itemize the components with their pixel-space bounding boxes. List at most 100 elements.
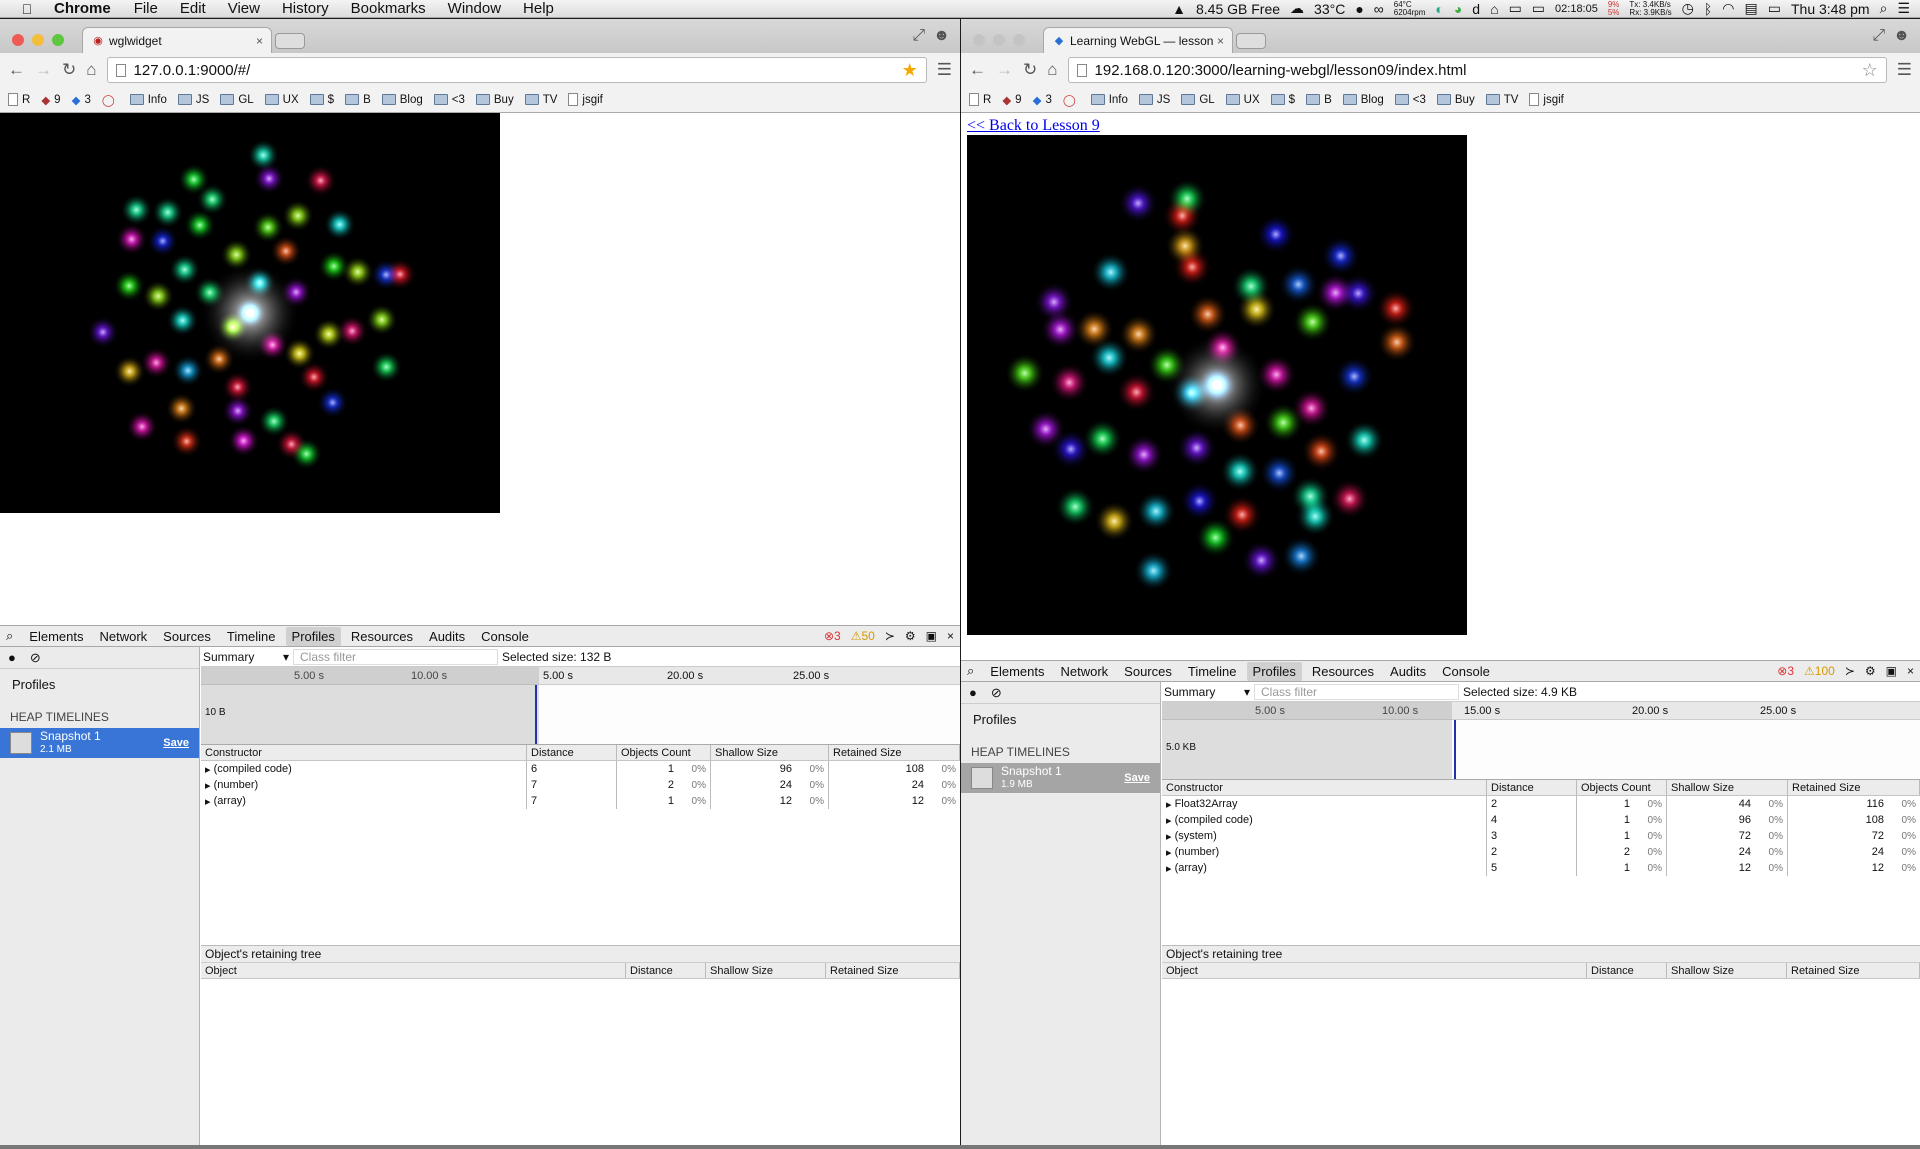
- save-snapshot-link[interactable]: Save: [1124, 772, 1150, 784]
- close-window-button[interactable]: [12, 34, 24, 46]
- minimize-window-button[interactable]: [32, 34, 44, 46]
- column-header[interactable]: Retained Size: [829, 745, 960, 760]
- menu-edit[interactable]: Edit: [169, 0, 217, 17]
- column-header[interactable]: Retained Size: [1788, 780, 1920, 795]
- webgl-canvas[interactable]: [967, 135, 1467, 635]
- bookmark-item[interactable]: jsgif: [1529, 93, 1564, 106]
- column-header[interactable]: Constructor: [1162, 780, 1487, 795]
- error-count[interactable]: ⊗3: [824, 629, 841, 643]
- bluetooth-icon[interactable]: ᛒ: [1704, 1, 1712, 17]
- clear-icon[interactable]: ⊘: [30, 650, 41, 666]
- bookmark-star-icon[interactable]: ☆: [1862, 60, 1878, 81]
- table-row[interactable]: ▸ Float32Array 2 1 0% 44 0% 116 0%: [1162, 796, 1920, 812]
- devtools-tab-profiles[interactable]: Profiles: [1246, 661, 1302, 681]
- bookmark-item[interactable]: R: [8, 93, 30, 106]
- airplay-icon[interactable]: ▭: [1509, 0, 1522, 17]
- menu-file[interactable]: File: [123, 0, 169, 17]
- settings-gear-icon[interactable]: ⚙: [1865, 664, 1876, 678]
- back-icon[interactable]: ←: [969, 60, 986, 80]
- bookmark-item[interactable]: B: [1306, 94, 1332, 106]
- retaining-column-header[interactable]: Distance: [626, 963, 706, 978]
- devtools-tab-resources[interactable]: Resources: [345, 627, 419, 646]
- bookmark-item[interactable]: ◯: [102, 93, 119, 107]
- bookmark-item[interactable]: ◆ 3: [72, 93, 91, 107]
- clear-icon[interactable]: ⊘: [991, 685, 1002, 701]
- menu-icon[interactable]: ☰: [937, 60, 952, 80]
- devtools-tab-sources[interactable]: Sources: [157, 627, 217, 646]
- table-row[interactable]: ▸ (system) 3 1 0% 72 0% 72 0%: [1162, 828, 1920, 844]
- forward-icon[interactable]: →: [35, 60, 52, 80]
- settings-gear-icon[interactable]: ⚙: [905, 629, 916, 643]
- network-status[interactable]: Tx: 3.4KB/s Rx: 3.9KB/s: [1629, 0, 1671, 17]
- weather-icon[interactable]: ☁: [1290, 0, 1304, 17]
- menu-icon[interactable]: ☰: [1897, 60, 1912, 80]
- close-tab-icon[interactable]: ×: [256, 34, 263, 48]
- clock[interactable]: Thu 3:48 pm: [1791, 1, 1870, 17]
- devtools-tab-audits[interactable]: Audits: [423, 627, 471, 646]
- bookmark-item[interactable]: TV: [524, 94, 557, 106]
- devtools-tab-network[interactable]: Network: [1054, 662, 1114, 681]
- script-icon[interactable]: d: [1472, 1, 1480, 17]
- table-row[interactable]: ▸ (number) 7 2 0% 24 0% 24 0%: [201, 777, 960, 793]
- column-header[interactable]: Shallow Size: [711, 745, 829, 760]
- bookmark-item[interactable]: GL: [220, 94, 254, 106]
- new-tab-button[interactable]: [1236, 33, 1266, 49]
- retaining-column-header[interactable]: Shallow Size: [706, 963, 826, 978]
- close-devtools-icon[interactable]: ×: [947, 629, 954, 643]
- menu-app-name[interactable]: Chrome: [40, 0, 123, 17]
- devtools-tab-elements[interactable]: Elements: [23, 627, 89, 646]
- bookmark-item[interactable]: ◆ 3: [1033, 93, 1052, 107]
- record-icon[interactable]: ●: [8, 650, 16, 665]
- devtools-tab-elements[interactable]: Elements: [984, 662, 1050, 681]
- snapshot-item[interactable]: Snapshot 1 2.1 MB Save: [0, 728, 199, 758]
- close-devtools-icon[interactable]: ×: [1907, 664, 1914, 678]
- gauge-icon[interactable]: ◐: [1435, 1, 1443, 17]
- search-icon[interactable]: ⌕: [967, 663, 974, 679]
- home-icon[interactable]: ⌂: [86, 60, 96, 80]
- webgl-canvas[interactable]: [0, 113, 500, 513]
- time-machine-icon[interactable]: ◷: [1682, 0, 1694, 17]
- table-row[interactable]: ▸ (compiled code) 6 1 0% 96 0% 108 0%: [201, 761, 960, 777]
- close-window-button[interactable]: [973, 34, 985, 46]
- dock-toggle-icon[interactable]: ▣: [1886, 664, 1897, 678]
- column-header[interactable]: Objects Count: [617, 745, 711, 760]
- snapshot-item[interactable]: Snapshot 1 1.9 MB Save: [961, 763, 1160, 793]
- heap-timeline[interactable]: 5.00 s 10.00 s 15.00 s 20.00 s 25.00 s 5.0 K…: [1162, 702, 1920, 780]
- devtools-tab-console[interactable]: Console: [1436, 662, 1496, 681]
- address-bar[interactable]: 127.0.0.1:9000/#/ ★: [106, 57, 927, 83]
- reload-icon[interactable]: ↻: [1023, 60, 1037, 80]
- retaining-column-header[interactable]: Shallow Size: [1667, 963, 1787, 978]
- zoom-window-button[interactable]: [52, 34, 64, 46]
- bookmark-item[interactable]: <3: [1394, 94, 1426, 106]
- table-row[interactable]: ▸ (array) 7 1 0% 12 0% 12 0%: [201, 793, 960, 809]
- forward-icon[interactable]: →: [996, 60, 1013, 80]
- dashboard-icon[interactable]: ◕: [1454, 1, 1462, 17]
- bookmark-item[interactable]: Info: [1090, 94, 1128, 106]
- incognito-icon[interactable]: ☻: [1893, 27, 1910, 45]
- bookmark-item[interactable]: ◆ 9: [1002, 93, 1021, 107]
- cpu-status[interactable]: 9% 5%: [1608, 0, 1620, 17]
- home-icon[interactable]: ⌂: [1047, 60, 1057, 80]
- warning-count[interactable]: ⚠100: [1804, 664, 1835, 678]
- bookmark-item[interactable]: $: [309, 94, 334, 106]
- column-header[interactable]: Shallow Size: [1667, 780, 1788, 795]
- table-row[interactable]: ▸ (array) 5 1 0% 12 0% 12 0%: [1162, 860, 1920, 876]
- retaining-column-header[interactable]: Object: [201, 963, 626, 978]
- menu-view[interactable]: View: [217, 0, 271, 17]
- sensor-status[interactable]: 64°C 6204rpm: [1394, 0, 1426, 17]
- bookmark-item[interactable]: B: [345, 94, 371, 106]
- devtools-tab-network[interactable]: Network: [93, 627, 153, 646]
- bookmark-item[interactable]: GL: [1181, 94, 1215, 106]
- retaining-column-header[interactable]: Retained Size: [1787, 963, 1920, 978]
- bookmark-item[interactable]: ◯: [1063, 93, 1080, 107]
- timeline-selection-shade[interactable]: [1162, 702, 1452, 779]
- battery-status-icon[interactable]: ▭: [1768, 0, 1781, 17]
- table-row[interactable]: ▸ (number) 2 2 0% 24 0% 24 0%: [1162, 844, 1920, 860]
- address-bar[interactable]: 192.168.0.120:3000/learning-webgl/lesson…: [1067, 57, 1887, 83]
- class-filter-input[interactable]: Class filter: [293, 648, 498, 665]
- warning-count[interactable]: ⚠50: [851, 629, 875, 643]
- devtools-tab-console[interactable]: Console: [475, 627, 535, 646]
- menu-help[interactable]: Help: [512, 0, 565, 17]
- table-row[interactable]: ▸ (compiled code) 4 1 0% 96 0% 108 0%: [1162, 812, 1920, 828]
- flag-icon[interactable]: ▤: [1745, 0, 1758, 17]
